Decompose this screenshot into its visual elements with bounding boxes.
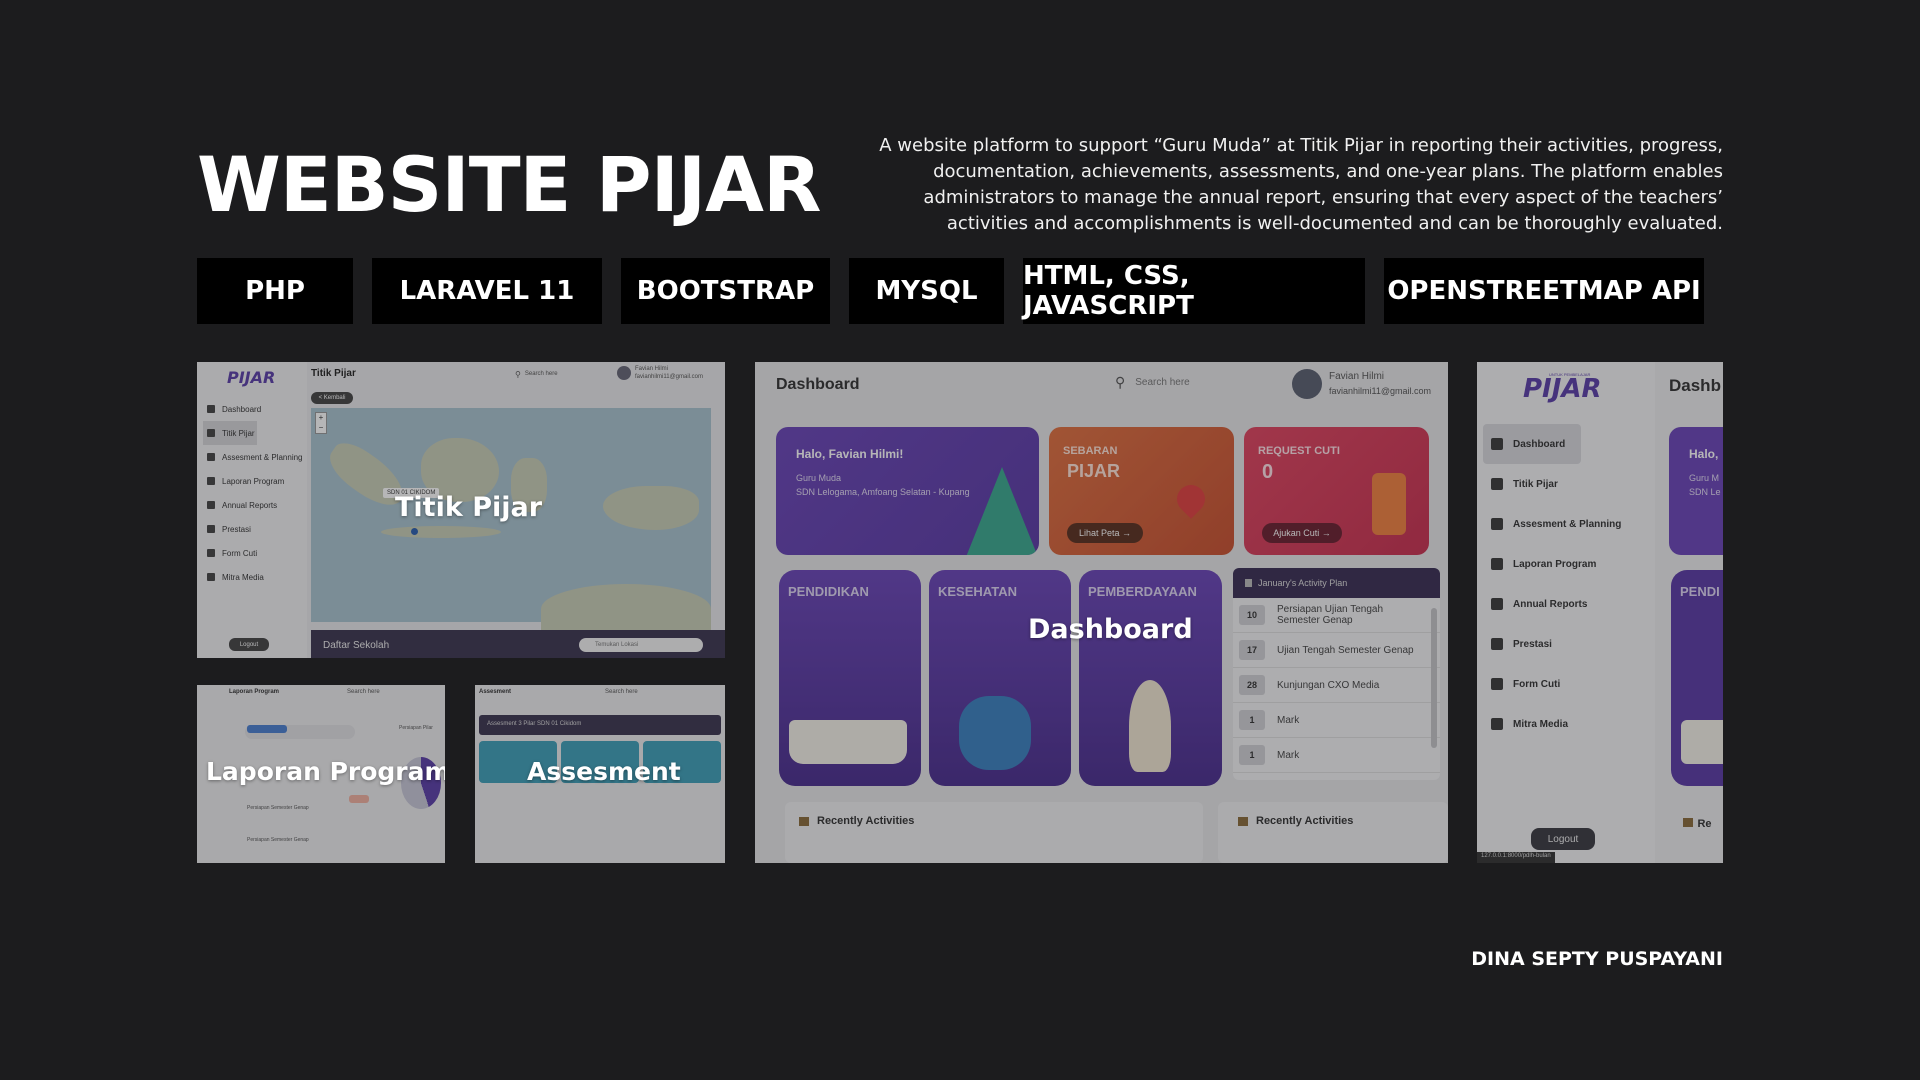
tag-mysql: MYSQL [849, 258, 1004, 324]
label-titik-pijar: Titik Pijar [395, 492, 543, 523]
author-name: DINA SEPTY PUSPAYANI [1471, 948, 1723, 970]
tag-laravel: LARAVEL 11 [372, 258, 602, 324]
tech-stack-tags: PHP LARAVEL 11 BOOTSTRAP MYSQL HTML, CSS… [197, 258, 1723, 324]
page-title: WEBSITE PIJAR [197, 140, 821, 229]
titik-pijar-screenshot: PIJAR Dashboard Titik Pijar Assesment & … [197, 362, 725, 658]
tag-bootstrap: BOOTSTRAP [621, 258, 830, 324]
tag-php: PHP [197, 258, 353, 324]
label-dashboard: Dashboard [1028, 614, 1193, 645]
dashboard-screenshot: Dashboard ⚲ Search here Favian Hilmi fav… [755, 362, 1448, 863]
label-assesment: Assesment [527, 757, 681, 786]
tag-html-css-js: HTML, CSS, JAVASCRIPT [1023, 258, 1365, 324]
tag-openstreetmap: OPENSTREETMAP API [1384, 258, 1704, 324]
sidebar-screenshot: PIJAR UNTUK PEMBELAJAR Dashboard Titik P… [1477, 362, 1723, 863]
project-description: A website platform to support “Guru Muda… [879, 135, 1723, 234]
label-laporan-program: Laporan Program [206, 757, 445, 786]
assesment-screenshot: Assesment Search here Assesment 3 Pilar … [475, 685, 725, 863]
laporan-program-screenshot: Laporan Program Search here Persiapan Pi… [197, 685, 445, 863]
